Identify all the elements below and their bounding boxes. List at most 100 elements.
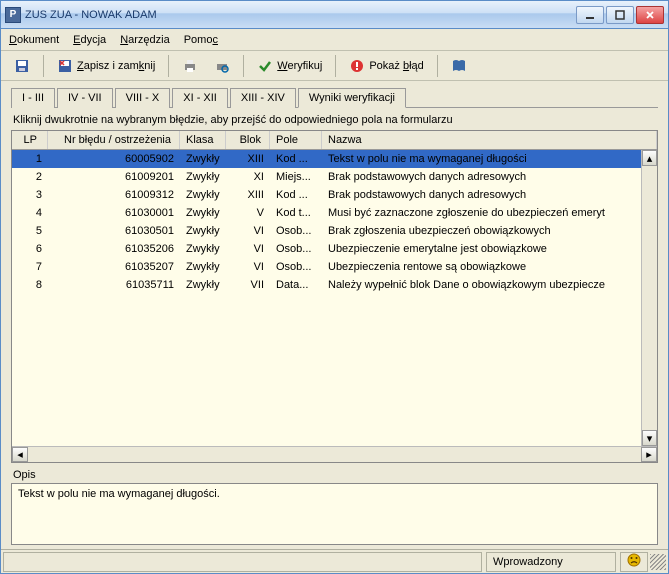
main-window: P ZUS ZUA - NOWAK ADAM Dokument Edycja N… bbox=[0, 0, 669, 574]
table-row[interactable]: 761035207ZwykłyVIOsob...Ubezpieczenia re… bbox=[12, 258, 657, 276]
scroll-down-icon[interactable]: ▾ bbox=[642, 430, 657, 446]
tab-13-14[interactable]: XIII - XIV bbox=[230, 88, 296, 108]
col-pole[interactable]: Pole bbox=[270, 131, 322, 149]
verify-button[interactable]: Weryfikuj bbox=[250, 54, 329, 78]
error-grid: LP Nr błędu / ostrzeżenia Klasa Blok Pol… bbox=[11, 130, 658, 463]
tab-results[interactable]: Wyniki weryfikacji bbox=[298, 88, 406, 108]
save-close-icon bbox=[57, 58, 73, 74]
cell-nazwa: Brak podstawowych danych adresowych bbox=[322, 188, 657, 202]
maximize-button[interactable] bbox=[606, 6, 634, 24]
cell-lp: 1 bbox=[12, 152, 48, 166]
col-lp[interactable]: LP bbox=[12, 131, 48, 149]
cell-klasa: Zwykły bbox=[180, 278, 226, 292]
cell-klasa: Zwykły bbox=[180, 260, 226, 274]
cell-nr: 61030501 bbox=[48, 224, 180, 238]
tab-1-3[interactable]: I - III bbox=[11, 88, 55, 108]
table-row[interactable]: 361009312ZwykłyXIIIKod ...Brak podstawow… bbox=[12, 186, 657, 204]
cell-pole: Osob... bbox=[270, 260, 322, 274]
window-title: ZUS ZUA - NOWAK ADAM bbox=[25, 9, 576, 21]
tab-bar: I - III IV - VII VIII - X XI - XII XIII … bbox=[11, 87, 658, 108]
status-state: Wprowadzony bbox=[486, 552, 616, 572]
status-message bbox=[3, 552, 482, 572]
table-row[interactable]: 261009201ZwykłyXIMiejs...Brak podstawowy… bbox=[12, 168, 657, 186]
table-row[interactable]: 160005902ZwykłyXIIIKod ...Tekst w polu n… bbox=[12, 150, 657, 168]
save-close-button[interactable]: Zapisz i zamknij bbox=[50, 54, 162, 78]
tab-4-7[interactable]: IV - VII bbox=[57, 88, 113, 108]
show-error-label: Pokaż błąd bbox=[369, 60, 423, 72]
cell-blok: VI bbox=[226, 260, 270, 274]
table-row[interactable]: 461030001ZwykłyVKod t...Musi być zaznacz… bbox=[12, 204, 657, 222]
print-preview-icon bbox=[214, 58, 230, 74]
cell-lp: 4 bbox=[12, 206, 48, 220]
help-button[interactable] bbox=[444, 54, 474, 78]
status-smiley bbox=[620, 552, 648, 572]
hint-text: Kliknij dwukrotnie na wybranym błędzie, … bbox=[11, 108, 658, 130]
cell-lp: 3 bbox=[12, 188, 48, 202]
cell-blok: VII bbox=[226, 278, 270, 292]
cell-klasa: Zwykły bbox=[180, 206, 226, 220]
cell-nr: 61035711 bbox=[48, 278, 180, 292]
description-box[interactable]: Tekst w polu nie ma wymaganej długości. bbox=[11, 483, 658, 545]
print-icon bbox=[182, 58, 198, 74]
toolbar: Zapisz i zamknij Weryfikuj Pokaż błąd bbox=[1, 51, 668, 81]
sad-face-icon bbox=[627, 553, 641, 570]
tab-11-12[interactable]: XI - XII bbox=[172, 88, 228, 108]
vertical-scrollbar[interactable]: ▴ ▾ bbox=[641, 150, 657, 446]
menu-narzedzia[interactable]: Narzędzia bbox=[120, 34, 170, 46]
close-button[interactable] bbox=[636, 6, 664, 24]
menu-dokument[interactable]: Dokument bbox=[9, 34, 59, 46]
cell-nazwa: Brak zgłoszenia ubezpieczeń obowiązkowyc… bbox=[322, 224, 657, 238]
cell-blok: XI bbox=[226, 170, 270, 184]
col-nr[interactable]: Nr błędu / ostrzeżenia bbox=[48, 131, 180, 149]
tab-8-10[interactable]: VIII - X bbox=[115, 88, 171, 108]
cell-nr: 61009312 bbox=[48, 188, 180, 202]
print-button[interactable] bbox=[175, 54, 205, 78]
cell-pole: Osob... bbox=[270, 224, 322, 238]
cell-nr: 60005902 bbox=[48, 152, 180, 166]
grid-rows[interactable]: 160005902ZwykłyXIIIKod ...Tekst w polu n… bbox=[12, 150, 657, 446]
cell-lp: 5 bbox=[12, 224, 48, 238]
menu-pomoc[interactable]: Pomoc bbox=[184, 34, 218, 46]
col-nazwa[interactable]: Nazwa bbox=[322, 131, 657, 149]
description-label: Opis bbox=[11, 463, 658, 483]
cell-klasa: Zwykły bbox=[180, 188, 226, 202]
titlebar[interactable]: P ZUS ZUA - NOWAK ADAM bbox=[1, 1, 668, 29]
cell-nr: 61030001 bbox=[48, 206, 180, 220]
cell-klasa: Zwykły bbox=[180, 170, 226, 184]
cell-klasa: Zwykły bbox=[180, 224, 226, 238]
cell-nazwa: Ubezpieczenie emerytalne jest obowiązkow… bbox=[322, 242, 657, 256]
resize-grip-icon[interactable] bbox=[650, 554, 666, 570]
table-row[interactable]: 661035206ZwykłyVIOsob...Ubezpieczenie em… bbox=[12, 240, 657, 258]
cell-pole: Osob... bbox=[270, 242, 322, 256]
cell-blok: VI bbox=[226, 242, 270, 256]
cell-lp: 6 bbox=[12, 242, 48, 256]
save-button[interactable] bbox=[7, 54, 37, 78]
cell-pole: Miejs... bbox=[270, 170, 322, 184]
cell-nr: 61009201 bbox=[48, 170, 180, 184]
app-icon: P bbox=[5, 7, 21, 23]
cell-nazwa: Należy wypełnić blok Dane o obowiązkowym… bbox=[322, 278, 657, 292]
table-row[interactable]: 861035711ZwykłyVIIData...Należy wypełnić… bbox=[12, 276, 657, 294]
cell-klasa: Zwykły bbox=[180, 242, 226, 256]
table-row[interactable]: 561030501ZwykłyVIOsob...Brak zgłoszenia … bbox=[12, 222, 657, 240]
print-preview-button[interactable] bbox=[207, 54, 237, 78]
cell-nr: 61035207 bbox=[48, 260, 180, 274]
cell-pole: Data... bbox=[270, 278, 322, 292]
menu-edycja[interactable]: Edycja bbox=[73, 34, 106, 46]
scroll-left-icon[interactable]: ◂ bbox=[12, 447, 28, 462]
scroll-up-icon[interactable]: ▴ bbox=[642, 150, 657, 166]
horizontal-scrollbar[interactable]: ◂ ▸ bbox=[12, 446, 657, 462]
cell-klasa: Zwykły bbox=[180, 152, 226, 166]
save-icon bbox=[14, 58, 30, 74]
menubar: Dokument Edycja Narzędzia Pomoc bbox=[1, 29, 668, 51]
minimize-button[interactable] bbox=[576, 6, 604, 24]
cell-lp: 7 bbox=[12, 260, 48, 274]
scroll-right-icon[interactable]: ▸ bbox=[641, 447, 657, 462]
show-error-button[interactable]: Pokaż błąd bbox=[342, 54, 430, 78]
grid-header: LP Nr błędu / ostrzeżenia Klasa Blok Pol… bbox=[12, 131, 657, 150]
col-blok[interactable]: Blok bbox=[226, 131, 270, 149]
cell-nazwa: Brak podstawowych danych adresowych bbox=[322, 170, 657, 184]
cell-lp: 2 bbox=[12, 170, 48, 184]
book-icon bbox=[451, 58, 467, 74]
col-klasa[interactable]: Klasa bbox=[180, 131, 226, 149]
